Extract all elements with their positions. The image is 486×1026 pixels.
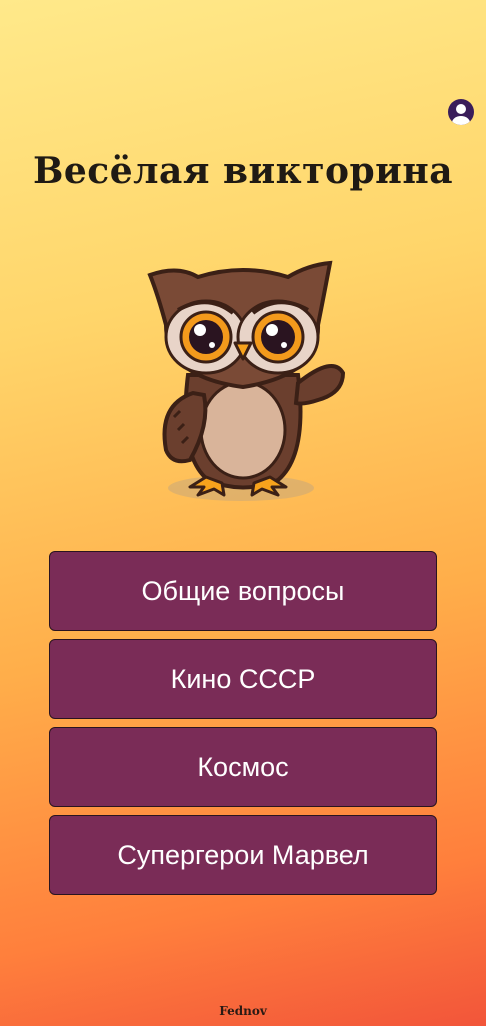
account-circle-icon[interactable] (448, 99, 474, 125)
category-button-space[interactable]: Космос (49, 727, 437, 807)
quiz-category-menu: Общие вопросы Кино СССР Космос Супергеро… (49, 551, 437, 903)
page-title: Весёлая викторина (32, 150, 454, 192)
footer-brand: Fednov (219, 1004, 267, 1018)
category-button-general[interactable]: Общие вопросы (49, 551, 437, 631)
category-button-ussr-cinema[interactable]: Кино СССР (49, 639, 437, 719)
owl-mascot (138, 255, 350, 510)
category-button-marvel[interactable]: Супергерои Марвел (49, 815, 437, 895)
